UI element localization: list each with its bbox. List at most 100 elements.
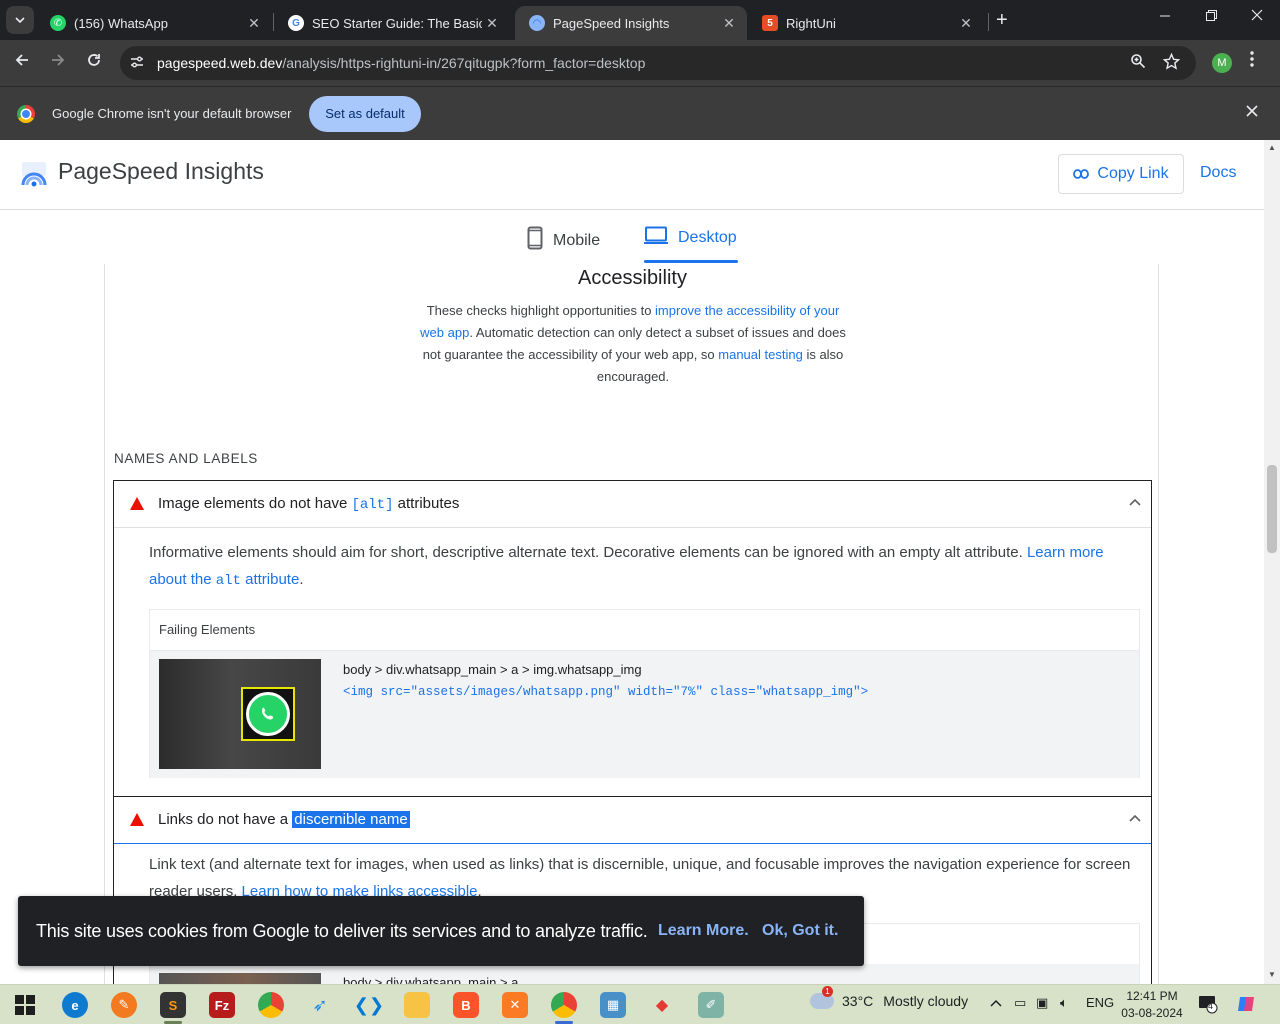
audit-header[interactable]: Links do not have a discernible name (114, 797, 1151, 844)
browser-toolbar: pagespeed.web.dev/analysis/https-rightun… (0, 40, 1280, 86)
tab-search-button[interactable] (6, 6, 34, 34)
clock[interactable]: 12:41 PM 03-08-2024 (1118, 988, 1186, 1022)
chevron-up-icon[interactable] (1129, 495, 1141, 509)
table-row: body > div.whatsapp_main > a > img.whats… (150, 651, 1139, 778)
clock-time: 12:41 PM (1126, 989, 1178, 1003)
pagespeed-icon: ◠ (529, 15, 545, 31)
control-panel-icon[interactable]: ▦ (600, 992, 626, 1018)
audit-title-text: Links do not have a (158, 811, 293, 828)
file-explorer-icon[interactable] (404, 992, 430, 1018)
bookmark-star-icon[interactable] (1162, 52, 1181, 75)
tab-whatsapp[interactable]: ✆ (156) WhatsApp ✕ (36, 6, 272, 40)
phone-icon (527, 226, 543, 255)
tab-desktop[interactable]: Desktop (644, 226, 737, 249)
default-browser-infobar: Google Chrome isn't your default browser… (0, 86, 1280, 140)
tab-seo-guide[interactable]: G SEO Starter Guide: The Basics | G ✕ (274, 6, 510, 40)
profile-avatar[interactable]: M (1212, 53, 1232, 73)
new-tab-button[interactable]: + (996, 10, 1008, 30)
restore-icon (1205, 10, 1217, 21)
chrome-icon[interactable] (258, 992, 284, 1018)
site-info-icon[interactable] (128, 54, 146, 72)
reload-button[interactable] (83, 52, 105, 74)
browser-menu-icon[interactable] (1250, 51, 1254, 72)
address-bar[interactable]: pagespeed.web.dev/analysis/https-rightun… (120, 46, 1196, 80)
cookie-learn-more-link[interactable]: Learn More. (658, 922, 749, 940)
audit-title-code: [alt] (351, 497, 394, 513)
arrow-left-icon (15, 54, 28, 66)
url-text[interactable]: pagespeed.web.dev/analysis/https-rightun… (157, 55, 645, 71)
edge-icon[interactable]: e (62, 992, 88, 1018)
notepad-icon[interactable]: ✐ (698, 992, 724, 1018)
node-snippet[interactable]: <img src="assets/images/whatsapp.png" wi… (343, 685, 868, 699)
network-icon[interactable]: ▣ (1036, 995, 1048, 1011)
table-header: Failing Elements (150, 610, 1139, 651)
node-path: body > div.whatsapp_main > a (343, 975, 519, 984)
fail-triangle-icon (130, 497, 144, 510)
page-title: PageSpeed Insights (58, 158, 264, 184)
windows-start-icon[interactable] (12, 992, 38, 1018)
close-icon (1251, 9, 1263, 21)
close-window-button[interactable] (1234, 8, 1280, 24)
copilot-icon[interactable] (1236, 993, 1258, 1018)
audit-title: Image elements do not have [alt] attribu… (158, 495, 459, 513)
close-tab-icon[interactable]: ✕ (244, 15, 264, 32)
chrome-icon[interactable] (551, 992, 577, 1018)
weather-widget[interactable]: 1 33°C Mostly cloudy (810, 986, 968, 1009)
tab-mobile-label: Mobile (553, 231, 601, 249)
weather-badge: 1 (822, 986, 833, 997)
tab-title: PageSpeed Insights (553, 15, 670, 31)
vscode-icon[interactable]: ❮❯ (354, 992, 384, 1018)
tab-mobile[interactable]: Mobile (527, 226, 600, 255)
back-button[interactable] (11, 52, 33, 74)
audit-header[interactable]: Image elements do not have [alt] attribu… (114, 481, 1151, 528)
close-infobar-icon[interactable] (1246, 104, 1258, 122)
device-icon[interactable]: ▭ (1014, 995, 1026, 1011)
dolphin-icon[interactable]: ➶ (307, 992, 333, 1018)
zoom-icon[interactable] (1130, 53, 1146, 74)
language-indicator[interactable]: ENG (1086, 995, 1114, 1010)
scroll-up-icon[interactable]: ▲ (1268, 143, 1276, 152)
scrollbar-thumb[interactable] (1267, 465, 1277, 553)
close-tab-icon[interactable]: ✕ (482, 15, 502, 32)
tab-pagespeed[interactable]: ◠ PageSpeed Insights ✕ (515, 6, 747, 40)
element-screenshot (159, 973, 321, 984)
html5-icon: 5 (762, 15, 778, 31)
app-diamond-icon[interactable]: ◆ (649, 992, 675, 1018)
audit-title-text: attributes (393, 495, 460, 512)
speaker-icon[interactable]: 🔈︎ (1060, 995, 1068, 1011)
audit-description: Informative elements should aim for shor… (149, 539, 1139, 595)
close-tab-icon[interactable]: ✕ (719, 15, 739, 32)
audit-desc-text: Informative elements should aim for shor… (149, 544, 1027, 561)
xampp-icon[interactable]: ✕ (502, 992, 528, 1018)
copy-link-button[interactable]: Copy Link (1058, 154, 1184, 194)
manual-testing-link[interactable]: manual testing (718, 347, 803, 362)
reload-icon (88, 54, 100, 66)
docs-link[interactable]: Docs (1200, 164, 1236, 182)
section-description: These checks highlight opportunities to … (413, 300, 853, 388)
set-default-button[interactable]: Set as default (309, 96, 421, 132)
tab-title: (156) WhatsApp (74, 15, 168, 31)
page-scrollbar[interactable]: ▲ ▼ (1264, 140, 1280, 984)
chevron-up-icon[interactable] (990, 995, 1002, 1010)
audit-title-text: Image elements do not have (158, 495, 352, 512)
selected-text: discernible name (292, 811, 410, 828)
clock-date: 03-08-2024 (1121, 1006, 1183, 1020)
tab-desktop-label: Desktop (678, 228, 737, 246)
brave-icon[interactable]: B (453, 992, 479, 1018)
scroll-down-icon[interactable]: ▼ (1268, 970, 1276, 979)
minimize-button[interactable] (1142, 8, 1188, 24)
tab-rightuni[interactable]: 5 RightUni ✕ (748, 6, 984, 40)
restore-button[interactable] (1188, 8, 1234, 24)
cookie-ok-button[interactable]: Ok, Got it. (762, 922, 838, 940)
minimize-icon (1160, 15, 1170, 17)
postman-icon[interactable]: ✎ (111, 992, 137, 1018)
table-row: body > div.whatsapp_main > a (150, 964, 1139, 984)
sublime-text-icon[interactable]: S (160, 992, 186, 1018)
forward-button[interactable] (47, 52, 69, 74)
audit-image-alt: Image elements do not have [alt] attribu… (113, 480, 1152, 797)
chevron-up-icon[interactable] (1129, 811, 1141, 825)
notification-icon[interactable]: 4 (1198, 994, 1218, 1017)
node-path: body > div.whatsapp_main > a > img.whats… (343, 662, 642, 677)
close-tab-icon[interactable]: ✕ (956, 15, 976, 32)
filezilla-icon[interactable]: Fz (209, 992, 235, 1018)
